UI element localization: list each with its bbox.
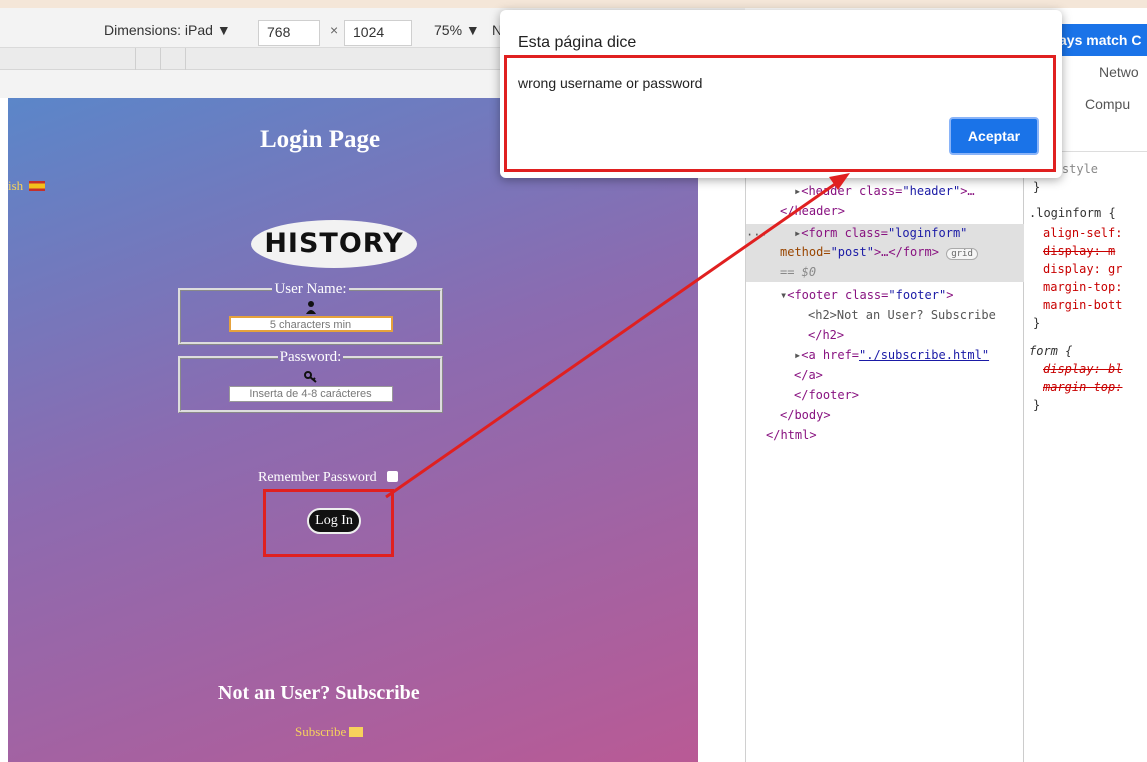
style-brace: }: [1033, 180, 1041, 194]
style-loginform-selector: .loginform {: [1029, 206, 1116, 220]
devtools-banner[interactable]: ays match C: [1047, 24, 1147, 56]
language-label: ish: [8, 178, 24, 193]
accept-button[interactable]: Aceptar: [949, 117, 1039, 155]
style-form-display[interactable]: display: bl: [1043, 362, 1122, 376]
node-selected-marker: == $0: [780, 265, 817, 279]
tab-network[interactable]: Netwo: [1099, 64, 1139, 80]
subscribe-label: Subscribe: [295, 724, 347, 739]
node-header-close[interactable]: </header>: [780, 204, 845, 218]
key-icon: [303, 371, 317, 383]
node-a-close[interactable]: </a>: [794, 368, 823, 382]
style-brace-3: }: [1033, 398, 1041, 412]
subscribe-link[interactable]: Subscribe: [295, 724, 364, 740]
page-title: Login Page: [260, 126, 381, 153]
node-html-close[interactable]: </html>: [766, 428, 817, 442]
height-input[interactable]: 1024: [344, 20, 412, 46]
history-logo: HISTORY: [251, 220, 417, 268]
top-edge: [0, 0, 1147, 8]
dimensions-dropdown[interactable]: Dimensions: iPad ▼: [104, 22, 231, 38]
dialog-message: wrong username or password: [518, 75, 703, 91]
username-legend: User Name:: [274, 281, 347, 297]
style-form-selector: form {: [1029, 344, 1073, 358]
not-user-heading: Not an User? Subscribe: [218, 682, 420, 704]
devtools-tabs: s Netwo es Compu: [1047, 58, 1147, 120]
envelope-icon: [349, 727, 364, 737]
remember-checkbox[interactable]: [386, 471, 398, 482]
node-header[interactable]: ▸<header class="header">…: [794, 184, 975, 198]
times-sign: ×: [330, 22, 339, 38]
more-dots[interactable]: ···: [746, 228, 768, 242]
style-form-margin-top[interactable]: margin-top:: [1043, 380, 1122, 394]
style-align-self[interactable]: align-self:: [1043, 226, 1122, 240]
node-body-close[interactable]: </body>: [780, 408, 831, 422]
dialog-title: Esta página dice: [518, 34, 637, 51]
password-fieldset: Password: Inserta de 4-8 carácteres: [178, 349, 443, 413]
grid-badge[interactable]: grid: [946, 248, 978, 260]
style-margin-top[interactable]: margin-top:: [1043, 280, 1122, 294]
style-display[interactable]: display: gr: [1043, 262, 1122, 276]
width-input[interactable]: 768: [258, 20, 320, 46]
annotation-box-login: [263, 489, 394, 557]
password-legend: Password:: [279, 349, 342, 365]
page-viewport: Login Page ish HISTORY User Name: 5 char…: [8, 98, 698, 762]
node-footer[interactable]: ▾<footer class="footer">: [780, 288, 953, 302]
language-switch[interactable]: ish: [8, 178, 46, 194]
style-margin-bottom[interactable]: margin-bott: [1043, 298, 1122, 312]
zoom-dropdown[interactable]: 75% ▼: [434, 22, 480, 38]
username-input[interactable]: 5 characters min: [228, 316, 393, 332]
style-display-overridden[interactable]: display: m: [1043, 244, 1115, 258]
style-brace-2: }: [1033, 316, 1041, 330]
spain-flag-icon: [29, 181, 46, 191]
node-a[interactable]: ▸<a href="./subscribe.html": [794, 348, 989, 362]
node-h2[interactable]: <h2>Not an User? Subscribe: [808, 308, 996, 322]
remember-row: Remember Password: [258, 470, 398, 486]
node-form-attr[interactable]: method="post">…</form> grid: [780, 245, 978, 260]
user-icon: [305, 301, 316, 314]
node-h2-close[interactable]: </h2>: [808, 328, 844, 342]
tab-computed[interactable]: Compu: [1085, 96, 1130, 112]
username-fieldset: User Name: 5 characters min: [178, 281, 443, 345]
node-footer-close[interactable]: </footer>: [794, 388, 859, 402]
node-form[interactable]: ▸<form class="loginform": [794, 226, 967, 240]
password-input[interactable]: Inserta de 4-8 carácteres: [228, 386, 393, 402]
alert-dialog: Esta página dice wrong username or passw…: [500, 10, 1062, 178]
remember-label: Remember Password: [258, 470, 377, 485]
